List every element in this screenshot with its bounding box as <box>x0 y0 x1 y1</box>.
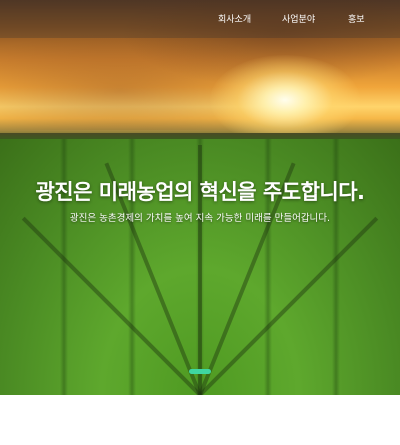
hero-headline: 광진은 미래농업의 혁신을 주도합니다. <box>35 180 365 204</box>
slide-indicator-active[interactable] <box>189 369 211 374</box>
sun-glow <box>210 55 360 145</box>
nav-item-business[interactable]: 사업분야 <box>282 12 315 25</box>
top-navigation: 회사소개 사업분야 홍보 <box>0 0 400 38</box>
field-furrow <box>198 216 379 395</box>
nav-item-promotion[interactable]: 홍보 <box>348 12 365 25</box>
field-furrow <box>21 216 202 395</box>
hero-banner: 광진은 미래농업의 혁신을 주도합니다. 광진은 농촌경제의 가치를 높여 지속… <box>0 0 400 395</box>
nav-item-company[interactable]: 회사소개 <box>218 12 251 25</box>
hero-subheadline: 광진은 농촌경제의 가치를 높여 지속 가능한 미래를 만들어갑니다. <box>69 213 331 224</box>
